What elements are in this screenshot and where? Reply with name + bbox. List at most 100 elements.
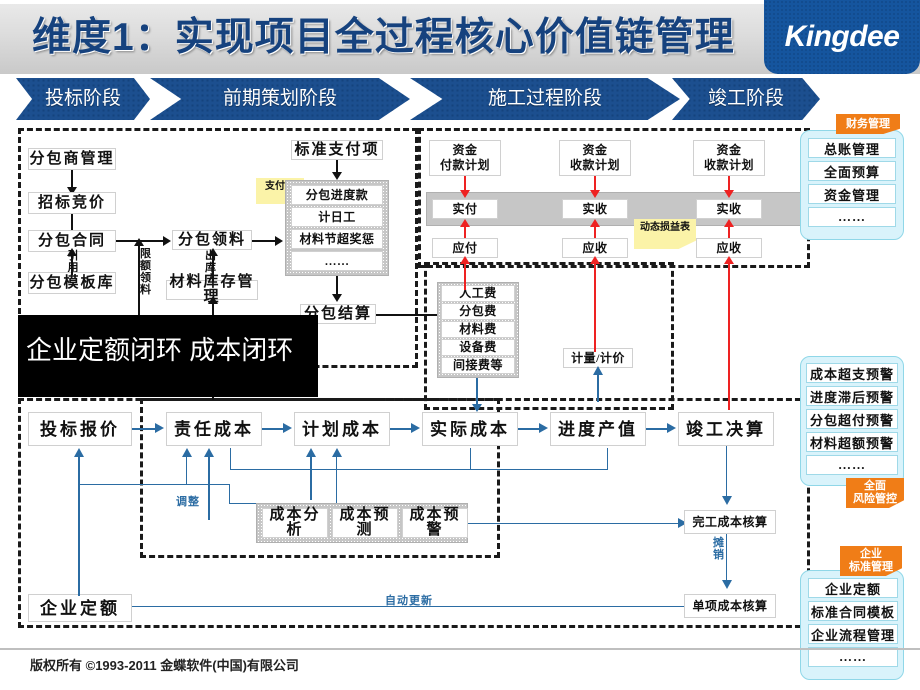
box-subcontract-cost[interactable]: 分包费 — [441, 303, 515, 320]
box-comprehensive-budget[interactable]: 全面预算 — [808, 161, 896, 181]
arrow-head-down — [722, 496, 732, 505]
feedback-rail — [230, 469, 470, 470]
box-completion-settlement[interactable]: 竣工决算 — [678, 412, 774, 446]
arrow-line — [71, 170, 73, 188]
arrow-head-up — [724, 219, 734, 227]
arrow-head-up — [460, 256, 470, 264]
tag-line-2: 风险管控 — [853, 493, 897, 505]
box-tender-bidding[interactable]: 招标竞价 — [28, 192, 116, 214]
box-fund-receipt-plan-2[interactable]: 资金 收款计划 — [693, 140, 765, 176]
arrow-head-up — [590, 256, 600, 264]
arrow-line — [728, 258, 730, 410]
box-enterprise-quota-std[interactable]: 企业定额 — [808, 578, 898, 598]
box-cost-warning[interactable]: 成本预警 — [402, 508, 468, 538]
plan-line-1: 资金 — [582, 143, 608, 157]
arrow-head-down — [724, 190, 734, 198]
box-cost-analysis[interactable]: 成本分析 — [262, 508, 328, 538]
feedback-line — [470, 448, 471, 470]
box-fund-management[interactable]: 资金管理 — [808, 184, 896, 204]
box-due-receipt-2[interactable]: 应收 — [696, 238, 762, 258]
stage-chevron-planning[interactable]: 前期策划阶段 — [150, 78, 410, 120]
box-standard-payment-item[interactable]: 标准支付项 — [291, 140, 383, 160]
box-material-cost[interactable]: 材料费 — [441, 321, 515, 338]
plan-line-2: 收款计划 — [703, 158, 754, 172]
arrow-line — [262, 428, 284, 430]
box-labor-cost[interactable]: 人工费 — [441, 285, 515, 302]
arrow-line — [252, 240, 276, 242]
box-fund-payment-plan[interactable]: 资金 付款计划 — [429, 140, 501, 176]
feedback-line — [336, 484, 337, 504]
box-equipment-cost[interactable]: 设备费 — [441, 339, 515, 356]
box-single-cost-accounting[interactable]: 单项成本核算 — [684, 594, 776, 618]
box-standard-contract-template[interactable]: 标准合同模板 — [808, 601, 898, 621]
box-daywork[interactable]: 计日工 — [291, 207, 383, 227]
arrow-line — [726, 446, 727, 498]
box-schedule-delay-alert[interactable]: 进度滞后预警 — [806, 386, 898, 406]
arrow-head-up — [590, 219, 600, 227]
box-responsibility-cost[interactable]: 责任成本 — [166, 412, 262, 446]
side-panel-tag-standards: 企业 标准管理 — [840, 546, 902, 576]
arrow-line — [212, 254, 214, 282]
box-cost-overrun-alert[interactable]: 成本超支预警 — [806, 363, 898, 383]
arrow-line — [78, 580, 80, 596]
label-quota-picking: 限额领料 — [140, 248, 151, 296]
box-finance-more[interactable]: …… — [808, 207, 896, 227]
box-measurement-pricing[interactable]: 计量/计价 — [563, 348, 633, 368]
box-subcontract-progress-payment[interactable]: 分包进度款 — [291, 185, 383, 205]
box-enterprise-process-mgmt[interactable]: 企业流程管理 — [808, 624, 898, 644]
box-material-saving-reward[interactable]: 材料节超奖惩 — [291, 229, 383, 249]
arrow-head-right — [539, 423, 548, 433]
box-cost-forecast[interactable]: 成本预测 — [332, 508, 398, 538]
box-subcontract-overpay-alert[interactable]: 分包超付预警 — [806, 409, 898, 429]
stage-chevron-construction[interactable]: 施工过程阶段 — [410, 78, 680, 120]
arrow-line — [726, 534, 727, 582]
box-bid-price[interactable]: 投标报价 — [28, 412, 132, 446]
label-amortize: 摊销 — [713, 537, 725, 561]
arrow-head-up — [74, 448, 84, 457]
feedback-line — [230, 448, 231, 470]
box-due-receipt-1[interactable]: 应收 — [562, 238, 628, 258]
box-actual-receipt-1[interactable]: 实收 — [562, 199, 628, 219]
arrow-head-right — [411, 423, 420, 433]
plan-line-1: 资金 — [452, 143, 478, 157]
stage-chevron-completion[interactable]: 竣工阶段 — [672, 78, 820, 120]
label-adjust: 调整 — [176, 496, 200, 508]
arrow-head-down — [590, 190, 600, 198]
feedback-line — [229, 484, 230, 504]
box-actual-cost[interactable]: 实际成本 — [422, 412, 518, 446]
box-payment-more[interactable]: …… — [291, 251, 383, 271]
stage-chevron-bidding[interactable]: 投标阶段 — [16, 78, 150, 120]
arrow-head-right — [283, 423, 292, 433]
arrow-head-up — [306, 448, 316, 457]
box-standards-more[interactable]: …… — [808, 647, 898, 667]
box-enterprise-quota[interactable]: 企业定额 — [28, 594, 132, 622]
tag-line-2: 标准管理 — [849, 561, 893, 573]
box-indirect-cost[interactable]: 间接费等 — [441, 357, 515, 374]
arrow-head-right — [155, 423, 164, 433]
arrow-line — [518, 428, 540, 430]
tag-line-1: 全面 — [864, 480, 886, 492]
box-planned-cost[interactable]: 计划成本 — [294, 412, 390, 446]
box-actual-payment[interactable]: 实付 — [432, 199, 498, 219]
box-subcontractor-mgmt[interactable]: 分包商管理 — [28, 148, 116, 170]
plan-line-1: 资金 — [716, 143, 742, 157]
box-subcontract-picking[interactable]: 分包领料 — [172, 230, 252, 250]
box-general-ledger[interactable]: 总账管理 — [808, 138, 896, 158]
arrow-line — [468, 523, 680, 524]
arrow-line — [594, 258, 596, 352]
arrow-head-up — [460, 219, 470, 227]
tag-line-1: 企业 — [860, 548, 882, 560]
box-subcontract-template[interactable]: 分包模板库 — [28, 272, 116, 294]
box-fund-receipt-plan-1[interactable]: 资金 收款计划 — [559, 140, 631, 176]
box-actual-receipt-2[interactable]: 实收 — [696, 199, 762, 219]
box-material-overquota-alert[interactable]: 材料超额预警 — [806, 432, 898, 452]
feedback-line — [208, 452, 210, 520]
box-risk-more[interactable]: …… — [806, 455, 898, 475]
box-complete-cost-accounting[interactable]: 完工成本核算 — [684, 510, 776, 534]
arrow-line — [390, 428, 412, 430]
box-due-payment[interactable]: 应付 — [432, 238, 498, 258]
box-progress-value[interactable]: 进度产值 — [550, 412, 646, 446]
stage-label: 前期策划阶段 — [222, 88, 337, 109]
plan-line-2: 付款计划 — [439, 158, 490, 172]
plan-line-2: 收款计划 — [569, 158, 620, 172]
